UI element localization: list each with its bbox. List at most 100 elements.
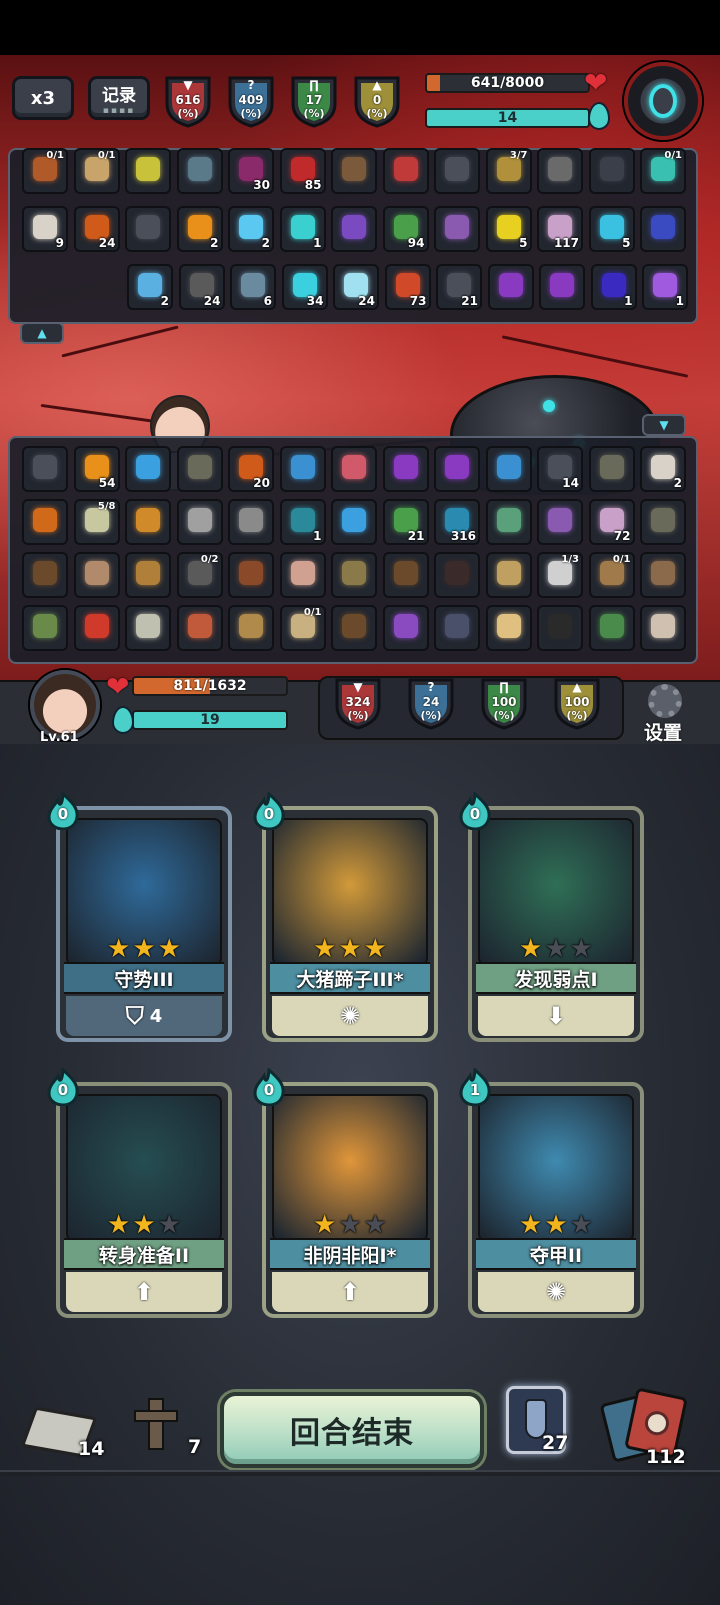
buff-slot[interactable]: 9 — [22, 206, 68, 252]
buff-slot[interactable]: 73 — [384, 264, 431, 310]
buff-slot[interactable] — [434, 605, 480, 651]
enemy-portrait[interactable] — [624, 62, 702, 140]
buff-slot[interactable] — [382, 552, 429, 598]
buff-slot[interactable]: 3/7 — [485, 148, 532, 194]
buff-slot[interactable] — [640, 605, 686, 651]
buff-slot[interactable] — [640, 499, 686, 545]
buff-slot[interactable]: 1 — [590, 264, 637, 310]
buff-slot[interactable]: 1 — [279, 206, 326, 252]
buff-slot[interactable]: 0/1 — [588, 552, 635, 598]
buff-slot[interactable]: 0/1 — [22, 148, 68, 194]
arrow-up-stat[interactable]: ▲ 0 (%) — [352, 74, 402, 128]
buff-slot[interactable] — [176, 148, 223, 194]
buff-slot[interactable]: 94 — [382, 206, 429, 252]
end-turn-button[interactable]: 回合结束 — [220, 1392, 484, 1468]
buff-slot[interactable] — [279, 446, 326, 492]
buff-slot[interactable] — [176, 446, 223, 492]
buff-slot[interactable] — [125, 605, 171, 651]
question-mark-stat[interactable]: ? 24 (%) — [406, 676, 456, 730]
defense-gate-stat[interactable]: ∏ 100 (%) — [479, 676, 529, 730]
hand-card[interactable]: ★ ★ ★ 守势III ⛉ 4 0 — [47, 790, 232, 1042]
deck-pile[interactable]: 112 — [599, 1387, 692, 1468]
buff-slot[interactable] — [485, 605, 532, 651]
buff-slot[interactable] — [228, 605, 274, 651]
attack-sword-stat[interactable]: ▼ 616 (%) — [163, 74, 213, 128]
buff-slot[interactable] — [331, 446, 377, 492]
buff-slot[interactable] — [22, 605, 68, 651]
collapse-player-buffs-button[interactable]: ▼ — [642, 414, 686, 436]
buff-slot[interactable]: 0/1 — [73, 148, 120, 194]
buff-slot[interactable]: 0/1 — [640, 148, 686, 194]
buff-slot[interactable] — [434, 552, 480, 598]
buff-slot[interactable] — [487, 264, 534, 310]
log-button[interactable]: 记录 ▪▪▪▪ — [88, 76, 150, 120]
buff-slot[interactable] — [434, 206, 480, 252]
arrow-up-stat[interactable]: ▲ 100 (%) — [552, 676, 602, 730]
buff-slot[interactable] — [382, 605, 429, 651]
collapse-enemy-buffs-button[interactable]: ▲ — [20, 322, 64, 344]
buff-slot[interactable]: 2 — [640, 446, 686, 492]
buff-slot[interactable]: 5 — [485, 206, 532, 252]
buff-slot[interactable]: 5 — [588, 206, 635, 252]
discard-pile[interactable]: 7 — [128, 1392, 212, 1464]
attack-sword-stat[interactable]: ▼ 324 (%) — [333, 676, 383, 730]
buff-slot[interactable]: 30 — [228, 148, 274, 194]
buff-slot[interactable] — [640, 552, 686, 598]
buff-slot[interactable]: 0/1 — [279, 605, 326, 651]
buff-slot[interactable] — [382, 148, 429, 194]
hand-card[interactable]: ★ ★ ★ 发现弱点I ⬇ 0 — [459, 790, 644, 1042]
buff-slot[interactable] — [125, 148, 171, 194]
buff-slot[interactable] — [125, 499, 171, 545]
buff-slot[interactable] — [22, 552, 68, 598]
buff-slot[interactable] — [22, 446, 68, 492]
buff-slot[interactable]: 85 — [279, 148, 326, 194]
buff-slot[interactable] — [279, 552, 326, 598]
buff-slot[interactable]: 24 — [333, 264, 379, 310]
hand-card[interactable]: ★ ★ ★ 非阴非阳I* ⬆ 0 — [253, 1066, 438, 1318]
buff-slot[interactable] — [588, 148, 635, 194]
buff-slot[interactable] — [331, 605, 377, 651]
buff-slot[interactable] — [73, 605, 120, 651]
buff-slot[interactable]: 34 — [281, 264, 328, 310]
buff-slot[interactable]: 0/2 — [176, 552, 223, 598]
speed-button[interactable]: x3 — [12, 76, 74, 120]
buff-slot[interactable] — [539, 264, 585, 310]
buff-slot[interactable]: 54 — [73, 446, 120, 492]
settings-button[interactable]: 设置 — [644, 718, 682, 745]
buff-slot[interactable] — [73, 552, 120, 598]
hand-card[interactable]: ★ ★ ★ 大猪蹄子III* ✺ 0 — [253, 790, 438, 1042]
buff-slot[interactable] — [537, 499, 583, 545]
buff-slot[interactable] — [331, 499, 377, 545]
buff-slot[interactable] — [22, 499, 68, 545]
buff-slot[interactable] — [485, 446, 532, 492]
buff-slot[interactable]: 14 — [537, 446, 583, 492]
buff-slot[interactable]: 1 — [279, 499, 326, 545]
buff-slot[interactable] — [485, 552, 532, 598]
buff-slot[interactable] — [485, 499, 532, 545]
hand-card[interactable]: ★ ★ ★ 夺甲II ✺ 1 — [459, 1066, 644, 1318]
buff-slot[interactable] — [176, 605, 223, 651]
question-mark-stat[interactable]: ? 409 (%) — [226, 74, 276, 128]
buff-slot[interactable]: 1/3 — [537, 552, 583, 598]
buff-slot[interactable]: 2 — [228, 206, 274, 252]
buff-slot[interactable] — [382, 446, 429, 492]
buff-slot[interactable]: 6 — [230, 264, 276, 310]
buff-slot[interactable] — [125, 446, 171, 492]
buff-slot[interactable] — [176, 499, 223, 545]
buff-slot[interactable]: 21 — [382, 499, 429, 545]
buff-slot[interactable] — [588, 446, 635, 492]
hand-card[interactable]: ★ ★ ★ 转身准备II ⬆ 0 — [47, 1066, 232, 1318]
buff-slot[interactable] — [125, 552, 171, 598]
buff-slot[interactable]: 24 — [178, 264, 225, 310]
buff-slot[interactable]: 316 — [434, 499, 480, 545]
settings-gear-icon[interactable] — [648, 684, 682, 718]
buff-slot[interactable]: 72 — [588, 499, 635, 545]
buff-slot[interactable]: 117 — [537, 206, 583, 252]
potion-slot[interactable]: 27 — [506, 1386, 570, 1458]
defense-gate-stat[interactable]: ∏ 17 (%) — [289, 74, 339, 128]
buff-slot[interactable] — [331, 148, 377, 194]
buff-slot[interactable]: 24 — [73, 206, 120, 252]
buff-slot[interactable] — [537, 605, 583, 651]
buff-slot[interactable] — [640, 206, 686, 252]
buff-slot[interactable]: 5/8 — [73, 499, 120, 545]
